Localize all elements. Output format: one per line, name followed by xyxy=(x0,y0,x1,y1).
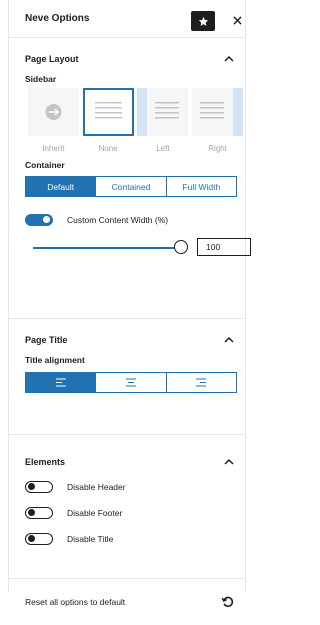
elements-title: Elements xyxy=(25,457,66,467)
close-button[interactable] xyxy=(229,11,245,29)
title-alignment-control xyxy=(25,372,237,393)
page-title-section: Page Title Title alignment xyxy=(9,325,245,435)
close-icon xyxy=(232,15,242,25)
toggle-knob xyxy=(28,483,35,490)
align-right-button[interactable] xyxy=(165,373,236,392)
disable-title-toggle[interactable] xyxy=(25,533,53,545)
disable-header-row: Disable Header xyxy=(9,479,245,495)
right-sidebar-icon xyxy=(200,88,244,136)
disable-header-label: Disable Header xyxy=(67,482,126,492)
page-layout-title: Page Layout xyxy=(25,54,79,64)
custom-width-row: Custom Content Width (%) xyxy=(9,212,245,228)
inherit-icon xyxy=(45,104,62,120)
align-left-button[interactable] xyxy=(26,373,96,392)
layout-caption-left: Left xyxy=(156,144,170,153)
layout-option-none[interactable]: None xyxy=(81,88,136,153)
container-contained-button[interactable]: Contained xyxy=(95,177,166,196)
elements-header[interactable]: Elements xyxy=(9,447,245,477)
sidebar-layout-options: Inherit None Left Right xyxy=(9,88,245,153)
toggle-knob xyxy=(28,535,35,542)
width-slider-track[interactable] xyxy=(33,247,181,249)
toggle-knob xyxy=(43,216,50,223)
layout-thumb-right xyxy=(192,88,244,136)
disable-footer-toggle[interactable] xyxy=(25,507,53,519)
chevron-up-icon xyxy=(224,458,234,465)
layout-caption-inherit: Inherit xyxy=(42,144,65,153)
title-alignment-label: Title alignment xyxy=(25,355,85,365)
align-left-icon xyxy=(55,378,66,387)
container-label: Container xyxy=(25,160,65,170)
layout-thumb-left xyxy=(137,88,189,136)
panel-header: Neve Options xyxy=(9,0,245,38)
reset-row: Reset all options to default xyxy=(9,579,245,625)
disable-title-label: Disable Title xyxy=(67,534,114,544)
width-number-input[interactable]: 100 xyxy=(197,238,251,256)
container-segmented-control: Default Contained Full Width xyxy=(25,176,237,197)
disable-footer-row: Disable Footer xyxy=(9,505,245,521)
disable-header-toggle[interactable] xyxy=(25,481,53,493)
disable-title-row: Disable Title xyxy=(9,531,245,547)
left-sidebar-icon xyxy=(137,88,180,136)
page-layout-section: Page Layout Sidebar Inherit None Left Ri… xyxy=(9,44,251,319)
panel-title: Neve Options xyxy=(25,13,90,24)
sidebar-label: Sidebar xyxy=(25,74,57,84)
star-icon xyxy=(198,16,208,26)
container-full-width-button[interactable]: Full Width xyxy=(165,177,236,196)
layout-thumb-inherit xyxy=(27,88,79,136)
width-slider-thumb[interactable] xyxy=(174,240,188,254)
page-layout-header[interactable]: Page Layout xyxy=(9,44,245,74)
custom-width-slider-row: 100 xyxy=(9,236,251,258)
layout-option-right[interactable]: Right xyxy=(190,88,245,153)
align-center-icon xyxy=(125,378,136,387)
layout-caption-none: None xyxy=(98,144,118,153)
page-title-header[interactable]: Page Title xyxy=(9,325,245,355)
reset-label: Reset all options to default xyxy=(25,597,126,607)
neve-options-panel: Neve Options Page Layout Sidebar Inherit… xyxy=(8,0,251,608)
align-center-button[interactable] xyxy=(95,373,166,392)
favorite-button[interactable] xyxy=(191,11,215,31)
page-title-section-title: Page Title xyxy=(25,335,68,345)
custom-width-toggle[interactable] xyxy=(25,214,53,226)
layout-thumb-none xyxy=(82,88,134,136)
layout-caption-right: Right xyxy=(208,144,227,153)
chevron-up-icon xyxy=(224,336,234,343)
disable-footer-label: Disable Footer xyxy=(67,508,123,518)
custom-width-label: Custom Content Width (%) xyxy=(67,215,169,225)
content-lines-icon xyxy=(94,102,122,119)
layout-option-inherit[interactable]: Inherit xyxy=(26,88,81,153)
chevron-up-icon xyxy=(224,55,234,62)
elements-section: Elements Disable Header Disable Footer D… xyxy=(9,447,245,579)
container-default-button[interactable]: Default xyxy=(26,177,96,196)
align-right-icon xyxy=(196,378,207,387)
toggle-knob xyxy=(28,509,35,516)
reset-icon[interactable] xyxy=(221,595,235,609)
layout-option-left[interactable]: Left xyxy=(136,88,191,153)
